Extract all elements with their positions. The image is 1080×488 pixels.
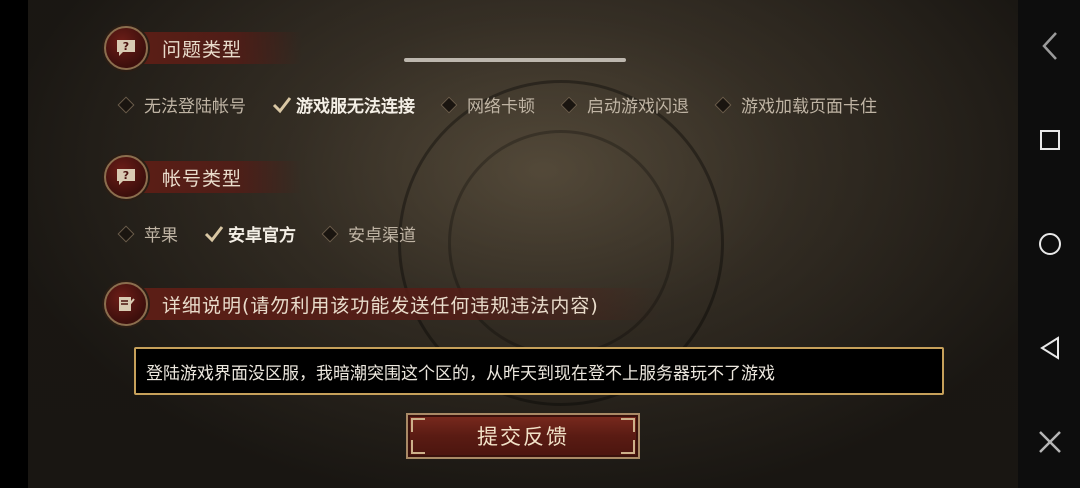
checkmark-icon [204,225,224,242]
circle-icon[interactable] [1030,224,1070,264]
question-bubble-icon: ? [104,26,148,70]
diamond-radio-icon [117,96,135,113]
option-item[interactable]: 安卓官方 [204,221,296,246]
svg-text:?: ? [123,40,129,53]
option-label: 游戏加载页面卡住 [741,97,877,117]
option-item[interactable]: 苹果 [117,221,178,246]
submit-feedback-button[interactable]: 提交反馈 [406,413,640,459]
details-input-value: 登陆游戏界面没区服，我暗潮突围这个区的，从昨天到现在登不上服务器玩不了游戏 [146,363,775,384]
option-label: 网络卡顿 [467,97,535,117]
option-label: 启动游戏闪退 [587,97,689,117]
option-item[interactable]: 无法登陆帐号 [117,92,246,117]
details-header: 详细说明(请勿利用该功能发送任何违规违法内容) [104,282,659,326]
drag-handle[interactable] [404,58,626,62]
section-title: 帐号类型 [134,161,303,193]
option-label: 游戏服无法连接 [296,97,415,117]
option-label: 安卓渠道 [348,226,416,246]
option-label: 无法登陆帐号 [144,97,246,117]
checkmark-icon [272,96,292,113]
square-icon[interactable] [1030,120,1070,160]
edit-note-icon [104,282,148,326]
option-item[interactable]: 游戏服无法连接 [272,92,415,117]
section-title: 详细说明(请勿利用该功能发送任何违规违法内容) [134,288,659,320]
option-item[interactable]: 启动游戏闪退 [560,92,689,117]
diamond-radio-icon [117,225,135,242]
back-icon[interactable] [1030,26,1070,66]
close-icon[interactable] [1030,422,1070,462]
left-edge [0,0,28,488]
option-label: 苹果 [144,226,178,246]
submit-label: 提交反馈 [477,425,569,449]
triangle-back-icon[interactable] [1030,328,1070,368]
diamond-radio-icon [714,96,732,113]
account-type-header: ? 帐号类型 [104,155,303,199]
details-input[interactable]: 登陆游戏界面没区服，我暗潮突围这个区的，从昨天到现在登不上服务器玩不了游戏 [134,347,944,395]
svg-text:?: ? [123,169,129,182]
issue-type-options: 无法登陆帐号 游戏服无法连接 网络卡顿 启动游戏闪退 游戏加载页面卡住 [117,92,903,117]
issue-type-header: ? 问题类型 [104,26,303,70]
option-item[interactable]: 游戏加载页面卡住 [714,92,877,117]
option-item[interactable]: 网络卡顿 [440,92,535,117]
option-item[interactable]: 安卓渠道 [321,221,416,246]
diamond-radio-icon [321,225,339,242]
question-bubble-icon: ? [104,155,148,199]
account-type-options: 苹果 安卓官方 安卓渠道 [117,221,442,246]
system-nav-bar [1018,0,1080,488]
option-label: 安卓官方 [228,226,296,246]
section-title: 问题类型 [134,32,303,64]
diamond-radio-icon [440,96,458,113]
diamond-radio-icon [560,96,578,113]
